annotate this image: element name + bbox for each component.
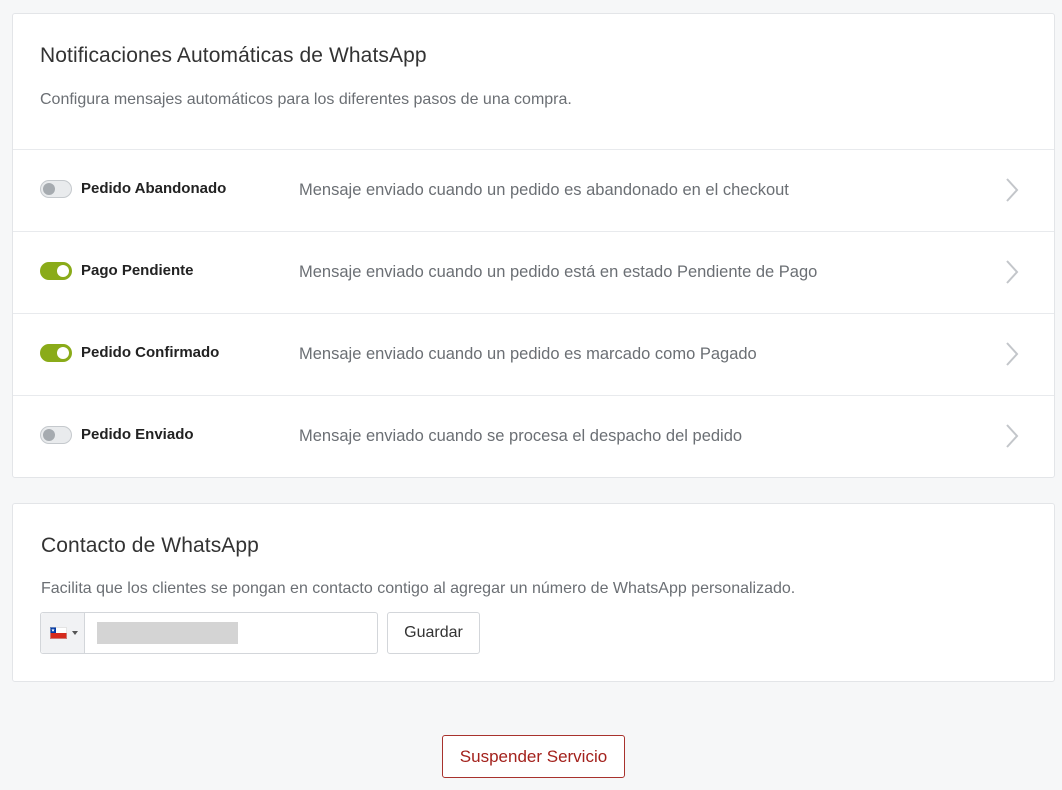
notification-row-pedido-abandonado[interactable]: Pedido Abandonado Mensaje enviado cuando… bbox=[13, 149, 1054, 231]
whatsapp-phone-input[interactable] bbox=[86, 613, 377, 653]
toggle-switch[interactable] bbox=[40, 344, 72, 362]
toggle-knob bbox=[57, 347, 69, 359]
phone-input-group bbox=[40, 612, 378, 654]
country-code-select[interactable] bbox=[41, 613, 85, 653]
toggle-knob bbox=[57, 265, 69, 277]
notification-label: Pago Pendiente bbox=[81, 262, 194, 279]
toggle-knob bbox=[43, 429, 55, 441]
toggle-switch[interactable] bbox=[40, 426, 72, 444]
notification-description: Mensaje enviado cuando un pedido está en… bbox=[299, 263, 818, 281]
notification-description: Mensaje enviado cuando un pedido es aban… bbox=[299, 181, 789, 199]
notifications-title: Notificaciones Automáticas de WhatsApp bbox=[40, 44, 427, 67]
caret-down-icon bbox=[72, 631, 78, 635]
whatsapp-contact-card: Contacto de WhatsApp Facilita que los cl… bbox=[12, 503, 1055, 682]
notifications-subtitle: Configura mensajes automáticos para los … bbox=[40, 91, 572, 108]
chevron-right-icon[interactable] bbox=[1003, 341, 1023, 367]
notification-row-pedido-confirmado[interactable]: Pedido Confirmado Mensaje enviado cuando… bbox=[13, 313, 1054, 395]
notification-label: Pedido Confirmado bbox=[81, 344, 220, 361]
toggle-knob bbox=[43, 183, 55, 195]
notification-label: Pedido Enviado bbox=[81, 426, 194, 443]
notification-description: Mensaje enviado cuando un pedido es marc… bbox=[299, 345, 757, 363]
contact-title: Contacto de WhatsApp bbox=[41, 534, 259, 557]
save-button[interactable]: Guardar bbox=[387, 612, 480, 654]
toggle-switch[interactable] bbox=[40, 262, 72, 280]
notification-row-pedido-enviado[interactable]: Pedido Enviado Mensaje enviado cuando se… bbox=[13, 395, 1054, 477]
contact-subtitle: Facilita que los clientes se pongan en c… bbox=[41, 580, 796, 597]
chile-flag-icon bbox=[50, 627, 67, 639]
suspend-service-button[interactable]: Suspender Servicio bbox=[442, 735, 625, 778]
chevron-right-icon[interactable] bbox=[1003, 259, 1023, 285]
notification-description: Mensaje enviado cuando se procesa el des… bbox=[299, 427, 743, 445]
chevron-right-icon[interactable] bbox=[1003, 177, 1023, 203]
notifications-card: Notificaciones Automáticas de WhatsApp C… bbox=[12, 13, 1055, 478]
toggle-switch[interactable] bbox=[40, 180, 72, 198]
chevron-right-icon[interactable] bbox=[1003, 423, 1023, 449]
notification-label: Pedido Abandonado bbox=[81, 180, 227, 197]
notification-row-pago-pendiente[interactable]: Pago Pendiente Mensaje enviado cuando un… bbox=[13, 231, 1054, 313]
